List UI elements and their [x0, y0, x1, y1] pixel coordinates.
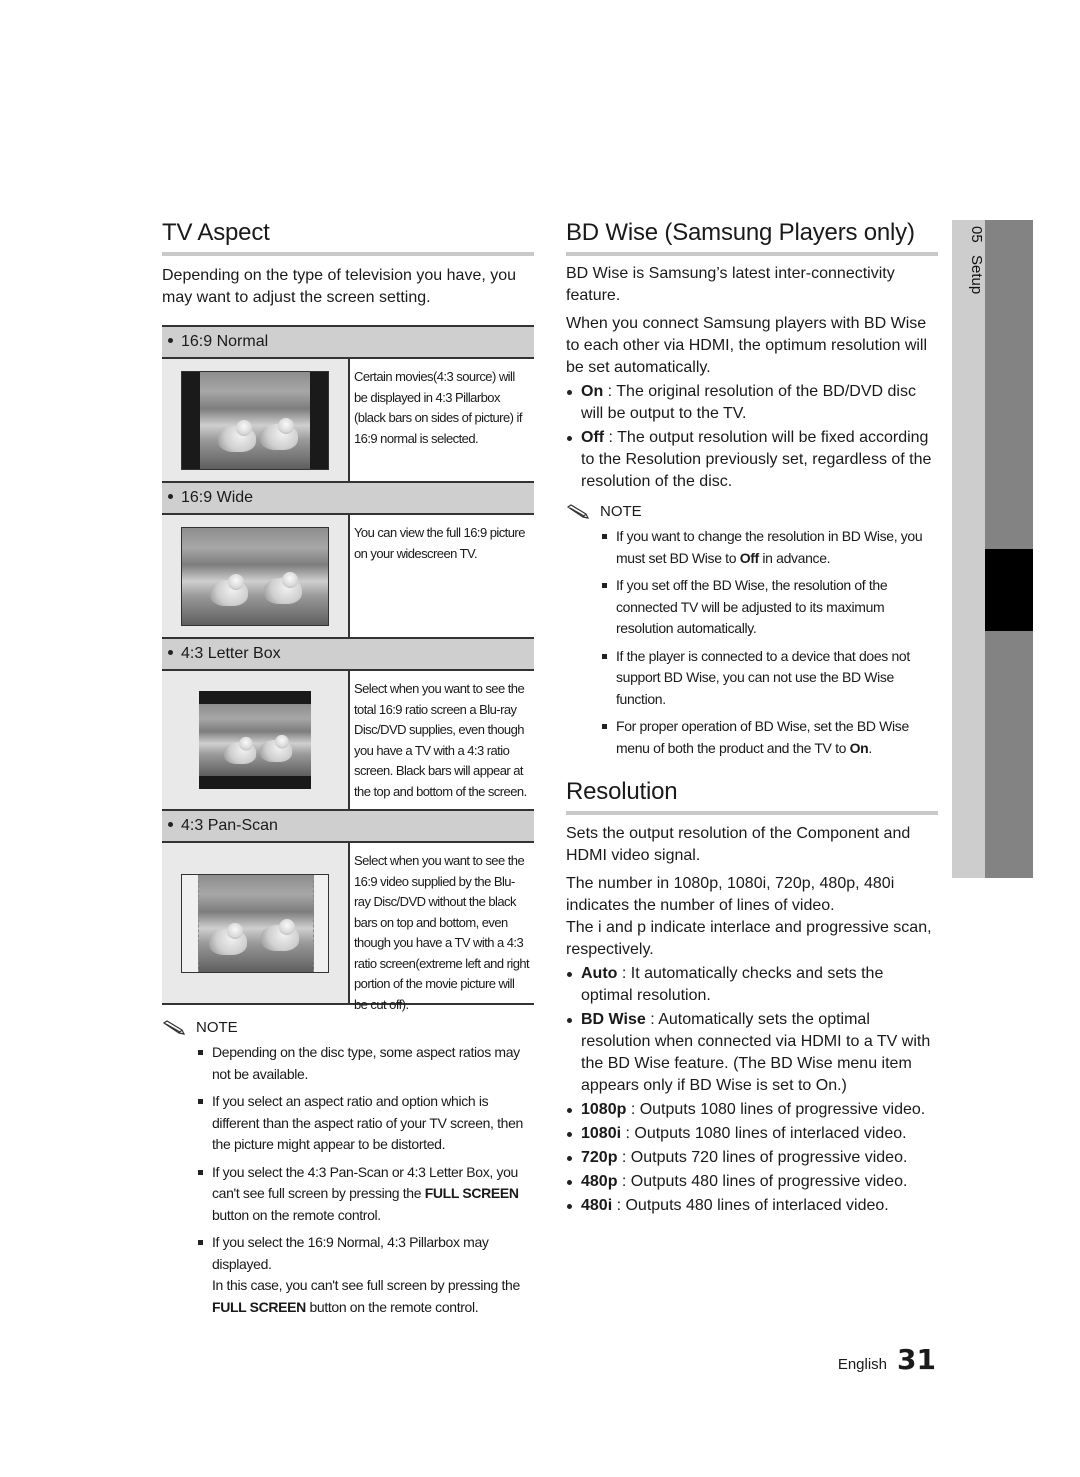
- section-title: BD Wise (Samsung Players only): [566, 219, 915, 246]
- option-header: 4:3 Pan-Scan: [162, 811, 534, 843]
- note-item: If you select the 16:9 Normal, 4:3 Pilla…: [198, 1232, 534, 1318]
- wide-puppies-image: [181, 526, 329, 626]
- option-image-cell: [162, 843, 350, 1003]
- bullet-icon: [168, 650, 173, 656]
- option-row: You can view the full 16:9 picture on yo…: [162, 515, 534, 639]
- note-item: If you select the 4:3 Pan-Scan or 4:3 Le…: [198, 1162, 534, 1227]
- option-header: 4:3 Letter Box: [162, 639, 534, 671]
- bullet-item: 480i : Outputs 480 lines of interlaced v…: [566, 1195, 938, 1217]
- chapter-tab-label: 05 Setup: [953, 226, 985, 294]
- page-number: 31: [897, 1343, 936, 1376]
- page-footer: English 31: [838, 1343, 936, 1376]
- bd-wise-options: On : The original resolution of the BD/D…: [566, 381, 938, 493]
- bullet-item: 1080i : Outputs 1080 lines of interlaced…: [566, 1123, 938, 1145]
- pencil-icon: [162, 1019, 186, 1035]
- option-label: 16:9 Wide: [181, 489, 254, 506]
- body-text: When you connect Samsung players with BD…: [566, 315, 928, 376]
- option-label: 4:3 Pan-Scan: [181, 817, 278, 834]
- option-image-cell: [162, 515, 350, 637]
- bullet-icon: [168, 822, 173, 828]
- pillarbox-puppies-image: [181, 370, 329, 470]
- bullet-item: 720p : Outputs 720 lines of progressive …: [566, 1147, 938, 1169]
- chapter-number: 05: [968, 226, 985, 243]
- bullet-item: On : The original resolution of the BD/D…: [566, 381, 938, 425]
- bullet-item: Off : The output resolution will be fixe…: [566, 427, 938, 493]
- chapter-tab-marker: [985, 549, 1033, 631]
- chapter-tab-light: [952, 220, 985, 878]
- body-text: Sets the output resolution of the Compon…: [566, 825, 911, 864]
- option-description: You can view the full 16:9 picture on yo…: [354, 525, 525, 561]
- pencil-icon: [566, 503, 590, 519]
- note-label: NOTE: [600, 503, 642, 520]
- note-list: If you want to change the resolution in …: [566, 526, 938, 759]
- note-item: If the player is connected to a device t…: [602, 646, 938, 711]
- note-item: If you select an aspect ratio and option…: [198, 1091, 534, 1156]
- body-text: BD Wise is Samsung’s latest inter-connec…: [566, 265, 895, 304]
- option-header: 16:9 Normal: [162, 327, 534, 359]
- chapter-name: Setup: [968, 255, 985, 295]
- bullet-item: BD Wise : Automatically sets the optimal…: [566, 1009, 938, 1097]
- section-title: TV Aspect: [162, 219, 270, 246]
- resolution-section: Resolution Sets the output resolution of…: [566, 777, 938, 1217]
- title-rule: [566, 252, 938, 256]
- note-heading: NOTE: [566, 503, 938, 520]
- option-header: 16:9 Wide: [162, 483, 534, 515]
- option-image-cell: [162, 671, 350, 809]
- note-label: NOTE: [196, 1019, 238, 1036]
- title-rule: [162, 252, 534, 256]
- aspect-options-table: 16:9 Normal Certain movies(4:3 source) w…: [162, 325, 534, 1012]
- note-list: Depending on the disc type, some aspect …: [162, 1042, 534, 1318]
- option-row: Certain movies(4:3 source) will be displ…: [162, 359, 534, 483]
- intro-text: Depending on the type of television you …: [162, 267, 517, 306]
- note-item: For proper operation of BD Wise, set the…: [602, 716, 938, 759]
- option-image-cell: [162, 359, 350, 481]
- bullet-item: 480p : Outputs 480 lines of progressive …: [566, 1171, 938, 1193]
- note-item: If you want to change the resolution in …: [602, 526, 938, 569]
- tv-aspect-section: TV Aspect Depending on the type of telev…: [162, 218, 534, 1324]
- option-description: Select when you want to see the 16:9 vid…: [354, 853, 530, 1012]
- note-heading: NOTE: [162, 1019, 534, 1036]
- letterbox-puppies-image: [199, 691, 311, 789]
- note-item: If you set off the BD Wise, the resoluti…: [602, 575, 938, 640]
- option-row: Select when you want to see the 16:9 vid…: [162, 843, 534, 1012]
- option-description: Certain movies(4:3 source) will be displ…: [354, 369, 522, 446]
- bd-wise-section: BD Wise (Samsung Players only) BD Wise i…: [566, 218, 938, 759]
- option-row: Select when you want to see the total 16…: [162, 671, 534, 811]
- option-label: 4:3 Letter Box: [181, 645, 281, 662]
- bullet-icon: [168, 494, 173, 500]
- bullet-item: Auto : It automatically checks and sets …: [566, 963, 938, 1007]
- note-item: Depending on the disc type, some aspect …: [198, 1042, 534, 1085]
- panscan-puppies-image: [181, 873, 329, 973]
- footer-language: English: [837, 1356, 888, 1373]
- resolution-options: Auto : It automatically checks and sets …: [566, 963, 938, 1217]
- right-column: BD Wise (Samsung Players only) BD Wise i…: [566, 218, 938, 1219]
- section-title: Resolution: [566, 778, 678, 805]
- title-rule: [566, 811, 938, 815]
- option-label: 16:9 Normal: [181, 333, 269, 350]
- option-description: Select when you want to see the total 16…: [354, 681, 527, 799]
- body-text: The i and p indicate interlace and progr…: [566, 919, 932, 958]
- bullet-icon: [168, 338, 173, 344]
- bullet-item: 1080p : Outputs 1080 lines of progressiv…: [566, 1099, 938, 1121]
- body-text: The number in 1080p, 1080i, 720p, 480p, …: [566, 875, 895, 914]
